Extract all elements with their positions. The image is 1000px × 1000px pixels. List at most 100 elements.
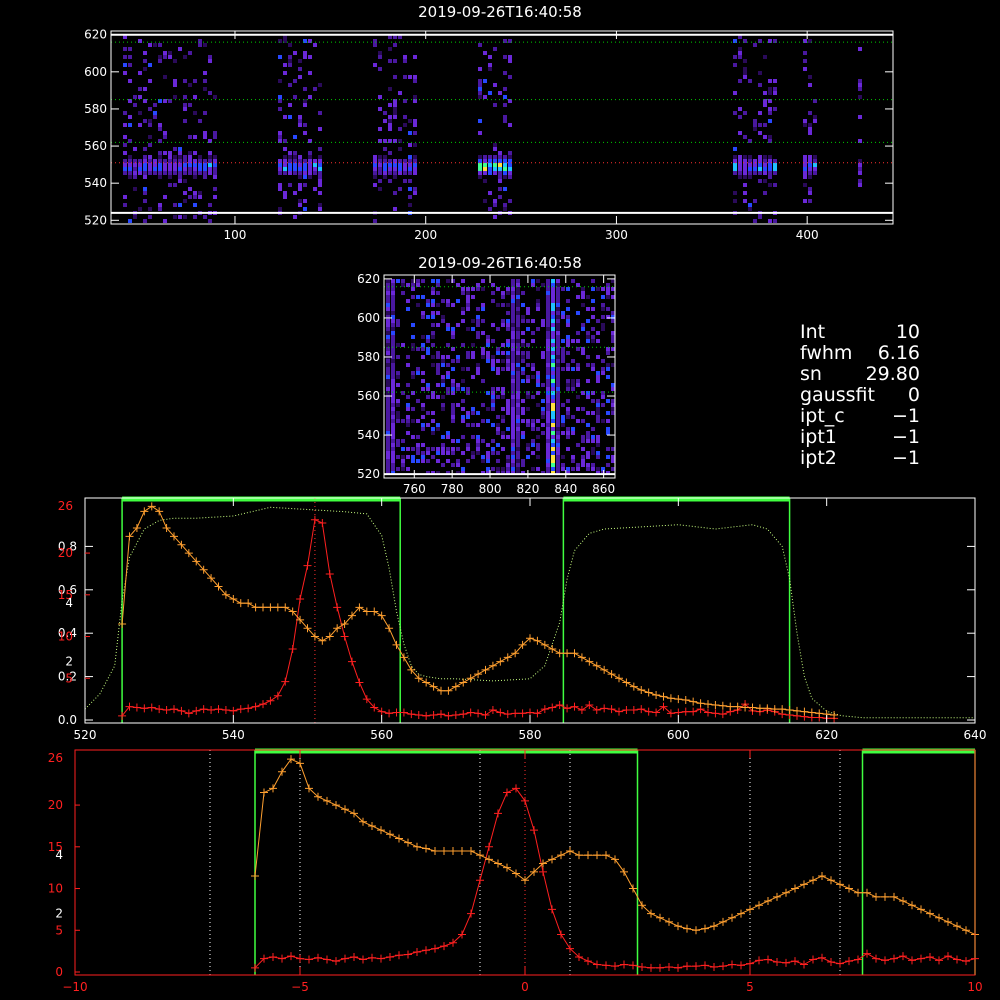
- image-pixel: [378, 67, 382, 71]
- image-pixel: [813, 155, 817, 159]
- image-pixel: [168, 183, 172, 187]
- image-pixel: [416, 459, 420, 463]
- image-pixel: [416, 443, 420, 447]
- data-point: [147, 502, 156, 511]
- figure: 2019-09-26T16:40:58 100 200 300 40052054056…: [48, 3, 987, 994]
- data-point: [431, 846, 439, 855]
- image-pixel: [591, 411, 595, 415]
- data-point: [899, 952, 907, 961]
- image-pixel: [446, 387, 450, 391]
- image-pixel: [591, 339, 595, 343]
- image-pixel: [738, 131, 742, 135]
- image-pixel: [393, 175, 397, 179]
- image-pixel: [516, 387, 520, 391]
- image-pixel: [298, 123, 302, 127]
- image-pixel: [546, 323, 550, 327]
- image-pixel: [391, 419, 395, 423]
- image-pixel: [503, 187, 507, 191]
- image-pixel: [536, 447, 540, 451]
- data-point: [665, 917, 673, 926]
- data-point: [800, 960, 808, 969]
- image-pixel: [556, 371, 560, 375]
- image-pixel: [571, 455, 575, 459]
- data-point: [459, 678, 468, 687]
- x-tick-label: 600: [667, 728, 690, 742]
- x-tick-label: 820: [516, 482, 539, 496]
- image-pixel: [403, 163, 407, 167]
- image-pixel: [773, 91, 777, 95]
- image-pixel: [551, 407, 555, 411]
- image-pixel: [278, 207, 282, 211]
- image-pixel: [576, 379, 580, 383]
- image-pixel: [278, 171, 282, 175]
- data-point: [696, 699, 705, 708]
- image-pixel: [386, 367, 390, 371]
- image-pixel: [511, 467, 515, 471]
- image-pixel: [508, 123, 512, 127]
- image-pixel: [551, 343, 555, 347]
- image-pixel: [183, 167, 187, 171]
- image-pixel: [193, 111, 197, 115]
- image-pixel: [138, 167, 142, 171]
- image-pixel: [498, 151, 502, 155]
- image-pixel: [478, 163, 482, 167]
- image-pixel: [408, 131, 412, 135]
- image-pixel: [396, 439, 400, 443]
- image-pixel: [498, 167, 502, 171]
- image-pixel: [293, 79, 297, 83]
- image-pixel: [406, 455, 410, 459]
- image-pixel: [491, 355, 495, 359]
- image-pixel: [391, 467, 395, 471]
- series-red: [118, 515, 839, 723]
- data-point: [683, 924, 691, 933]
- image-pixel: [586, 295, 590, 299]
- image-pixel: [386, 303, 390, 307]
- data-point: [214, 705, 223, 714]
- image-pixel: [571, 379, 575, 383]
- series-line: [121, 518, 835, 719]
- image-pixel: [536, 327, 540, 331]
- image-pixel: [576, 331, 580, 335]
- image-pixel: [556, 367, 560, 371]
- image-pixel: [431, 315, 435, 319]
- image-pixel: [386, 363, 390, 367]
- image-pixel: [508, 75, 512, 79]
- image-pixel: [386, 323, 390, 327]
- image-pixel: [446, 375, 450, 379]
- image-pixel: [288, 43, 292, 47]
- image-pixel: [536, 375, 540, 379]
- image-pixel: [123, 135, 127, 139]
- image-pixel: [386, 455, 390, 459]
- image-pixel: [378, 127, 382, 131]
- image-pixel: [496, 427, 500, 431]
- image-pixel: [606, 411, 610, 415]
- image-pixel: [441, 375, 445, 379]
- image-pixel: [421, 371, 425, 375]
- image-pixel: [511, 463, 515, 467]
- image-pixel: [451, 303, 455, 307]
- image-pixel: [466, 307, 470, 311]
- image-pixel: [393, 107, 397, 111]
- y-tick-label-red: 20: [48, 798, 63, 812]
- data-point: [386, 830, 394, 839]
- data-point: [207, 705, 216, 714]
- image-pixel: [536, 379, 540, 383]
- image-pixel: [586, 411, 590, 415]
- image-pixel: [373, 63, 377, 67]
- image-pixel: [426, 395, 430, 399]
- image-pixel: [481, 455, 485, 459]
- image-pixel: [178, 203, 182, 207]
- image-pixel: [391, 279, 395, 283]
- image-pixel: [308, 163, 312, 167]
- image-pixel: [193, 135, 197, 139]
- image-pixel: [471, 407, 475, 411]
- image-pixel: [493, 147, 497, 151]
- data-point: [370, 607, 379, 616]
- image-pixel: [478, 171, 482, 175]
- image-pixel: [388, 123, 392, 127]
- image-pixel: [571, 431, 575, 435]
- image-pixel: [516, 391, 520, 395]
- image-pixel: [173, 183, 177, 187]
- data-point: [177, 706, 186, 715]
- image-pixel: [511, 371, 515, 375]
